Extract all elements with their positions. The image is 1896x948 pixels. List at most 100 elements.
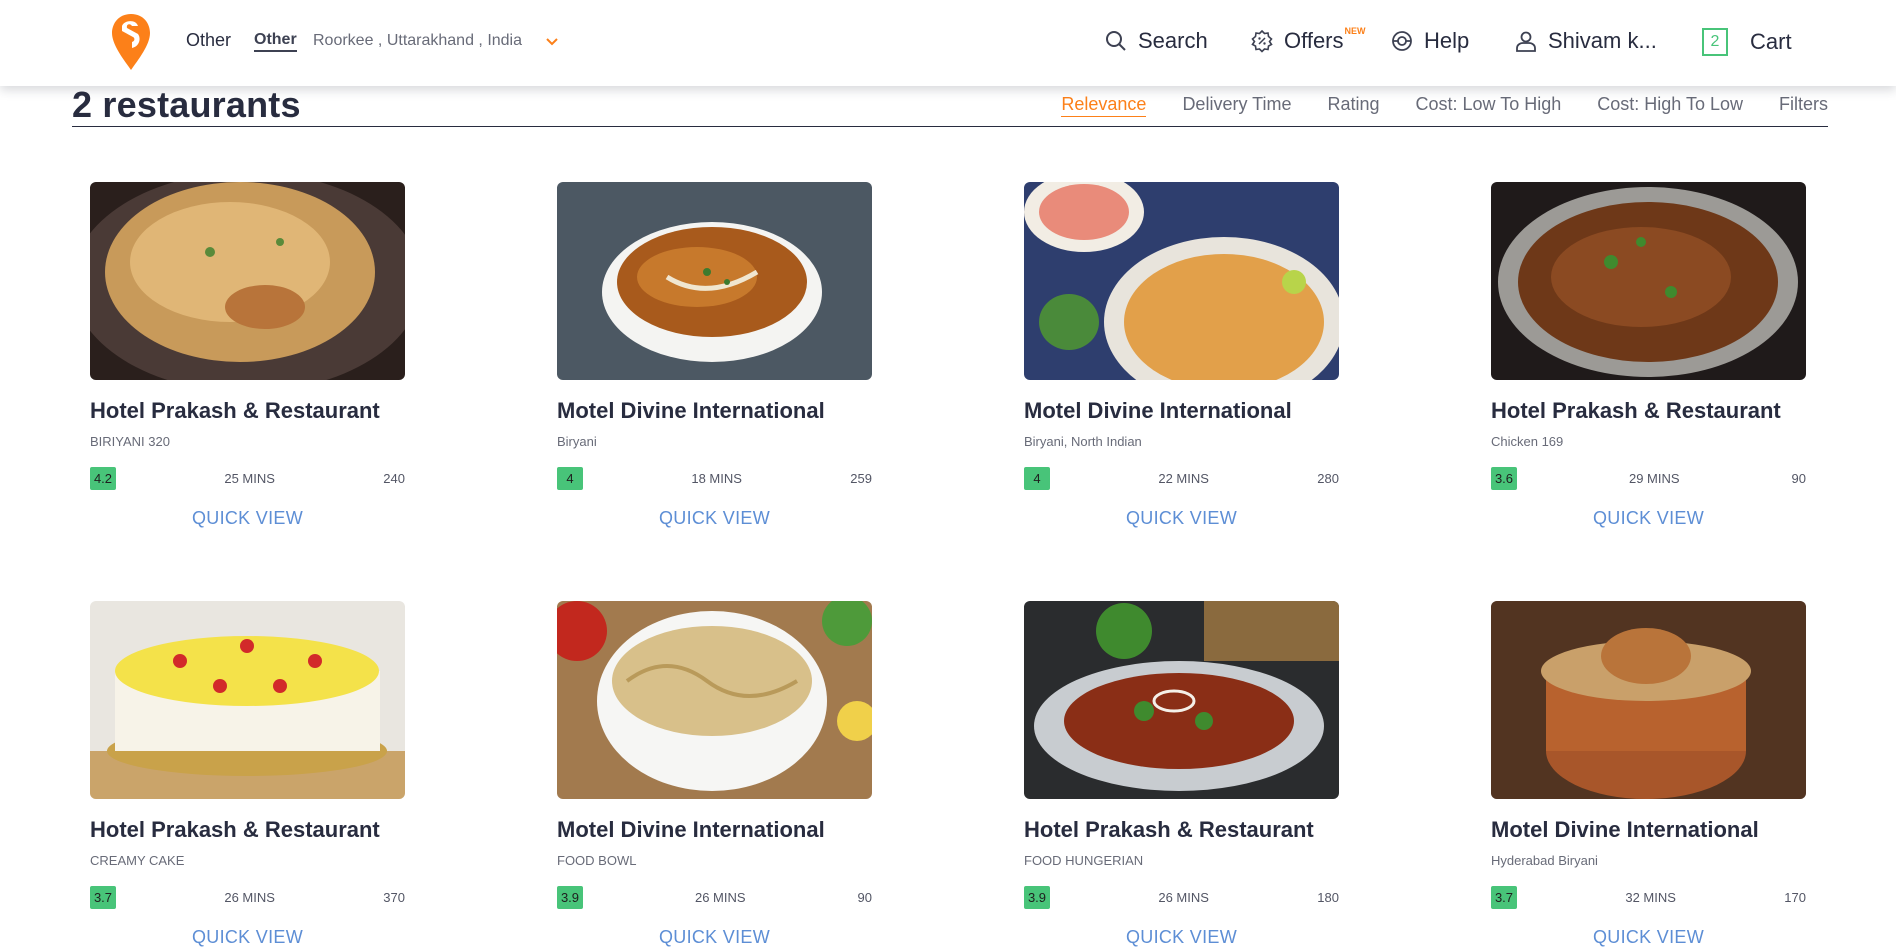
- quick-view-link[interactable]: QUICK VIEW: [1491, 508, 1806, 529]
- restaurant-name[interactable]: Hotel Prakash & Restaurant: [90, 398, 405, 424]
- page-title: 2 restaurants: [72, 84, 301, 125]
- cost-text: 370: [383, 890, 405, 905]
- cuisine-text: Biryani: [557, 434, 597, 449]
- filters-button[interactable]: Filters: [1779, 94, 1828, 117]
- quick-view-link[interactable]: QUICK VIEW: [90, 927, 405, 948]
- card-meta: 3.7 26 MINS 370: [90, 886, 405, 909]
- nav-user-label: Shivam k...: [1548, 28, 1657, 53]
- delivery-time: 26 MINS: [1158, 890, 1209, 905]
- food-image[interactable]: [1024, 182, 1339, 380]
- title-divider: [72, 126, 1828, 127]
- restaurant-name[interactable]: Motel Divine International: [1491, 817, 1806, 843]
- restaurant-name[interactable]: Hotel Prakash & Restaurant: [1491, 398, 1806, 424]
- food-image[interactable]: [1024, 601, 1339, 799]
- sort-cost-low-high[interactable]: Cost: Low To High: [1416, 94, 1562, 117]
- rating-badge: 3.9: [557, 886, 583, 909]
- delivery-time: 22 MINS: [1158, 471, 1209, 486]
- restaurant-card[interactable]: Hotel Prakash & Restaurant Chicken 169 3…: [1491, 182, 1806, 529]
- delivery-time: 29 MINS: [1628, 471, 1680, 486]
- quick-view-link[interactable]: QUICK VIEW: [1491, 927, 1806, 948]
- delivery-time: 26 MINS: [224, 890, 275, 905]
- sort-bar: Relevance Delivery Time Rating Cost: Low…: [1061, 94, 1828, 117]
- cuisine-text: Chicken 169: [1491, 434, 1564, 449]
- cost-text: 180: [1317, 890, 1339, 905]
- sort-rating[interactable]: Rating: [1327, 94, 1379, 117]
- cuisine-text: CREAMY CAKE: [90, 853, 185, 868]
- sort-delivery-time[interactable]: Delivery Time: [1182, 94, 1291, 117]
- location-type[interactable]: Other: [186, 30, 231, 51]
- nav-cart[interactable]: 2 Cart: [1702, 28, 1792, 56]
- food-image[interactable]: [1491, 182, 1806, 380]
- delivery-time: 18 MINS: [691, 471, 742, 486]
- cuisine-text: Biryani, North Indian: [1024, 434, 1142, 449]
- cart-count-badge: 2: [1702, 28, 1728, 56]
- restaurant-card[interactable]: Motel Divine International Biryani, Nort…: [1024, 182, 1339, 529]
- nav-help[interactable]: Help: [1390, 28, 1469, 54]
- restaurant-name[interactable]: Motel Divine International: [557, 817, 872, 843]
- restaurant-card[interactable]: Hotel Prakash & Restaurant FOOD HUNGERIA…: [1024, 601, 1339, 948]
- restaurant-name[interactable]: Motel Divine International: [557, 398, 872, 424]
- card-meta: 3.9 26 MINS 90: [557, 886, 872, 909]
- nav-help-label: Help: [1424, 28, 1470, 53]
- card-meta: 3.7 32 MINS 170: [1491, 886, 1806, 909]
- sort-cost-high-low[interactable]: Cost: High To Low: [1597, 94, 1743, 117]
- chevron-down-icon[interactable]: [544, 34, 560, 50]
- swiggy-logo-icon[interactable]: [110, 12, 152, 72]
- rating-badge: 3.7: [1491, 886, 1517, 909]
- new-badge: NEW: [1344, 26, 1366, 36]
- quick-view-link[interactable]: QUICK VIEW: [1024, 927, 1339, 948]
- rating-badge: 3.7: [90, 886, 116, 909]
- restaurant-card[interactable]: Motel Divine International FOOD BOWL 3.9…: [557, 601, 872, 948]
- quick-view-link[interactable]: QUICK VIEW: [1024, 508, 1339, 529]
- card-meta: 4.2 25 MINS 240: [90, 467, 405, 490]
- nav-user[interactable]: Shivam k...: [1514, 28, 1657, 54]
- cuisine-text: BIRIYANI 320: [90, 434, 170, 449]
- food-image[interactable]: [90, 601, 405, 799]
- card-meta: 4 22 MINS 280: [1024, 467, 1339, 490]
- nav-cart-label: Cart: [1750, 29, 1792, 54]
- cost-text: 259: [850, 471, 872, 486]
- location-label[interactable]: Other: [254, 31, 297, 52]
- food-image[interactable]: [557, 182, 872, 380]
- delivery-time: 25 MINS: [224, 471, 275, 486]
- cuisine-text: Hyderabad Biryani: [1491, 853, 1598, 868]
- restaurant-card[interactable]: Hotel Prakash & Restaurant CREAMY CAKE 3…: [90, 601, 405, 948]
- restaurant-name[interactable]: Hotel Prakash & Restaurant: [1024, 817, 1339, 843]
- rating-badge: 3.6: [1491, 467, 1517, 490]
- offers-icon: [1251, 29, 1273, 53]
- nav-search-label: Search: [1138, 28, 1208, 53]
- restaurant-card[interactable]: Hotel Prakash & Restaurant BIRIYANI 320 …: [90, 182, 405, 529]
- restaurant-name[interactable]: Motel Divine International: [1024, 398, 1339, 424]
- location-address[interactable]: Roorkee , Uttarakhand , India: [313, 32, 522, 50]
- cost-text: 170: [1784, 890, 1806, 905]
- cuisine-text: FOOD HUNGERIAN: [1024, 853, 1144, 868]
- rating-badge: 3.9: [1024, 886, 1050, 909]
- sort-relevance[interactable]: Relevance: [1061, 94, 1147, 117]
- cost-text: 280: [1317, 471, 1339, 486]
- food-image[interactable]: [90, 182, 405, 380]
- cuisine-text: FOOD BOWL: [557, 853, 637, 868]
- food-image[interactable]: [1491, 601, 1806, 799]
- cost-text: 240: [383, 471, 405, 486]
- delivery-time: 32 MINS: [1625, 890, 1676, 905]
- rating-badge: 4.2: [90, 467, 116, 490]
- help-icon: [1392, 31, 1412, 51]
- top-header: Other Other Roorkee , Uttarakhand , Indi…: [0, 0, 1896, 86]
- cost-text: 90: [1791, 471, 1806, 486]
- restaurant-card[interactable]: Motel Divine International Biryani 4 18 …: [557, 182, 872, 529]
- rating-badge: 4: [557, 467, 583, 490]
- cost-text: 90: [857, 890, 872, 905]
- card-meta: 4 18 MINS 259: [557, 467, 872, 490]
- quick-view-link[interactable]: QUICK VIEW: [557, 508, 872, 529]
- user-icon: [1516, 31, 1536, 52]
- nav-search[interactable]: Search: [1104, 28, 1208, 54]
- search-icon: [1106, 31, 1126, 51]
- quick-view-link[interactable]: QUICK VIEW: [557, 927, 872, 948]
- food-image[interactable]: [557, 601, 872, 799]
- quick-view-link[interactable]: QUICK VIEW: [90, 508, 405, 529]
- nav-offers[interactable]: Offers NEW: [1250, 26, 1366, 54]
- restaurant-name[interactable]: Hotel Prakash & Restaurant: [90, 817, 405, 843]
- restaurant-card[interactable]: Motel Divine International Hyderabad Bir…: [1491, 601, 1806, 948]
- nav-offers-label: Offers: [1284, 28, 1344, 53]
- delivery-time: 26 MINS: [694, 890, 746, 905]
